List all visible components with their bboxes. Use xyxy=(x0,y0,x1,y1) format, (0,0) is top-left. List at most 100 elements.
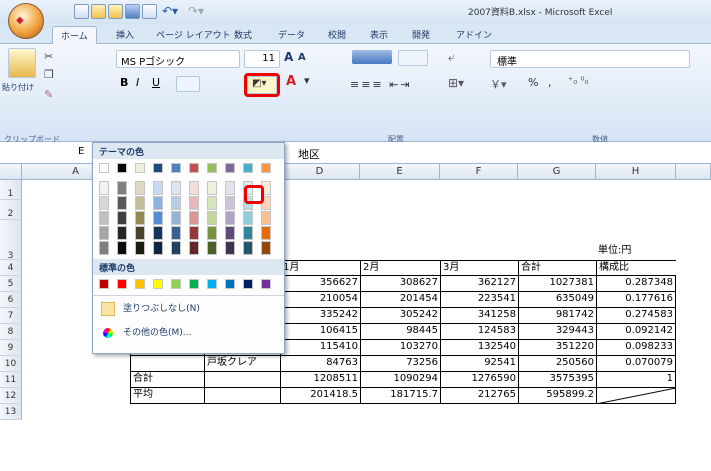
cell-e[interactable]: 73256 xyxy=(360,356,440,372)
theme-shade-swatch[interactable] xyxy=(99,241,109,255)
office-button[interactable]: ◆ xyxy=(8,3,44,39)
merge-center-icon[interactable]: ⊞▾ xyxy=(448,76,464,90)
theme-shade-swatch[interactable] xyxy=(135,196,145,210)
theme-shade-swatch[interactable] xyxy=(261,226,271,240)
theme-shade-swatch[interactable] xyxy=(225,241,235,255)
column-header-e[interactable]: E xyxy=(360,164,440,180)
row-header[interactable]: 7 xyxy=(0,308,22,324)
theme-shade-swatch[interactable] xyxy=(99,181,109,195)
cell-e[interactable]: 103270 xyxy=(360,340,440,356)
theme-shade-swatch[interactable] xyxy=(207,181,217,195)
currency-icon[interactable]: ￥▾ xyxy=(490,76,507,92)
theme-color-swatch[interactable] xyxy=(261,163,271,173)
theme-shade-swatch[interactable] xyxy=(153,226,163,240)
standard-color-swatch[interactable] xyxy=(225,279,235,289)
theme-shade-swatch[interactable] xyxy=(225,181,235,195)
cell-d[interactable]: 356627 xyxy=(280,276,360,292)
font-size-select[interactable]: 11 xyxy=(244,50,280,68)
tab-review[interactable]: 校閲 xyxy=(320,26,354,44)
standard-color-swatch[interactable] xyxy=(171,279,181,289)
font-name-select[interactable]: MS Pゴシック xyxy=(116,50,240,68)
cell-g[interactable]: 635049 xyxy=(518,292,596,308)
format-painter-icon[interactable]: ✎ xyxy=(44,88,53,101)
standard-color-swatch[interactable] xyxy=(153,279,163,289)
tab-home[interactable]: ホーム xyxy=(52,26,97,44)
percent-button[interactable]: % xyxy=(528,76,538,89)
row-header[interactable]: 1 xyxy=(0,180,22,200)
theme-shade-swatch[interactable] xyxy=(153,211,163,225)
cell-h[interactable]: 0.274583 xyxy=(596,308,676,324)
theme-shade-swatch[interactable] xyxy=(153,196,163,210)
cell-f[interactable]: 92541 xyxy=(440,356,518,372)
cell-e[interactable]: 181715.7 xyxy=(360,388,440,404)
decimal-buttons-icon[interactable]: ⁺₀ ⁰₀ xyxy=(568,76,588,87)
grow-font-button[interactable]: A xyxy=(284,50,293,64)
standard-color-swatch[interactable] xyxy=(189,279,199,289)
tab-data[interactable]: データ xyxy=(270,26,313,44)
theme-shade-swatch[interactable] xyxy=(99,211,109,225)
theme-shade-swatch[interactable] xyxy=(189,241,199,255)
cell-e[interactable]: 201454 xyxy=(360,292,440,308)
row-header[interactable]: 11 xyxy=(0,372,22,388)
row-header[interactable]: 4 xyxy=(0,260,22,276)
row-header[interactable]: 10 xyxy=(0,356,22,372)
theme-color-swatch[interactable] xyxy=(225,163,235,173)
theme-color-swatch[interactable] xyxy=(153,163,163,173)
cell-d[interactable]: 1月 xyxy=(280,260,360,276)
cell-g[interactable]: 981742 xyxy=(518,308,596,324)
tab-insert[interactable]: 挿入 xyxy=(108,26,142,44)
theme-shade-swatch[interactable] xyxy=(117,241,127,255)
comma-button[interactable]: , xyxy=(548,76,552,89)
cell-g[interactable]: 329443 xyxy=(518,324,596,340)
column-header-g[interactable]: G xyxy=(518,164,596,180)
theme-shade-swatch[interactable] xyxy=(117,196,127,210)
theme-shade-swatch[interactable] xyxy=(135,181,145,195)
cell-f[interactable]: 1276590 xyxy=(440,372,518,388)
theme-color-swatch[interactable] xyxy=(189,163,199,173)
theme-shade-swatch[interactable] xyxy=(207,226,217,240)
cell-d[interactable]: 1208511 xyxy=(280,372,360,388)
theme-color-swatch[interactable] xyxy=(171,163,181,173)
cell-d[interactable]: 335242 xyxy=(280,308,360,324)
row-header[interactable]: 5 xyxy=(0,276,22,292)
cell-e[interactable]: 308627 xyxy=(360,276,440,292)
italic-button[interactable]: I xyxy=(136,76,139,89)
cell-g[interactable]: 3575395 xyxy=(518,372,596,388)
cell-b[interactable] xyxy=(130,356,204,372)
cell-d[interactable]: 106415 xyxy=(280,324,360,340)
tab-formulas[interactable]: 数式 xyxy=(226,26,260,44)
cell-c[interactable] xyxy=(204,388,280,404)
cell-d[interactable]: 115410 xyxy=(280,340,360,356)
column-header-d[interactable]: D xyxy=(280,164,360,180)
cell-c[interactable] xyxy=(204,372,280,388)
tab-developer[interactable]: 開発 xyxy=(404,26,438,44)
column-header-f[interactable]: F xyxy=(440,164,518,180)
bold-button[interactable]: B xyxy=(120,76,128,89)
font-color-button[interactable]: A xyxy=(286,74,296,89)
column-header-h[interactable]: H xyxy=(596,164,676,180)
cell-d[interactable]: 84763 xyxy=(280,356,360,372)
theme-color-swatch[interactable] xyxy=(243,163,253,173)
theme-shade-swatch[interactable] xyxy=(243,241,253,255)
standard-color-swatch[interactable] xyxy=(243,279,253,289)
wrap-text-icon[interactable]: ⤶ xyxy=(448,50,455,65)
orientation-icon[interactable] xyxy=(398,50,428,66)
cell-f[interactable]: 124583 xyxy=(440,324,518,340)
theme-shade-swatch[interactable] xyxy=(171,241,181,255)
font-color-dropdown-icon[interactable]: ▾ xyxy=(304,74,310,87)
cell-f[interactable]: 362127 xyxy=(440,276,518,292)
cell-e[interactable]: 98445 xyxy=(360,324,440,340)
cell-f[interactable]: 223541 xyxy=(440,292,518,308)
theme-shade-swatch[interactable] xyxy=(117,181,127,195)
theme-shade-swatch[interactable] xyxy=(135,241,145,255)
theme-shade-swatch[interactable] xyxy=(153,181,163,195)
underline-button[interactable]: U xyxy=(152,76,160,89)
cell-b[interactable]: 平均 xyxy=(130,388,204,404)
theme-shade-swatch[interactable] xyxy=(135,226,145,240)
cell-e[interactable]: 305242 xyxy=(360,308,440,324)
theme-shade-swatch[interactable] xyxy=(261,241,271,255)
theme-shade-swatch[interactable] xyxy=(207,196,217,210)
cell-h[interactable]: 0.287348 xyxy=(596,276,676,292)
theme-shade-swatch[interactable] xyxy=(189,211,199,225)
row-header[interactable]: 9 xyxy=(0,340,22,356)
